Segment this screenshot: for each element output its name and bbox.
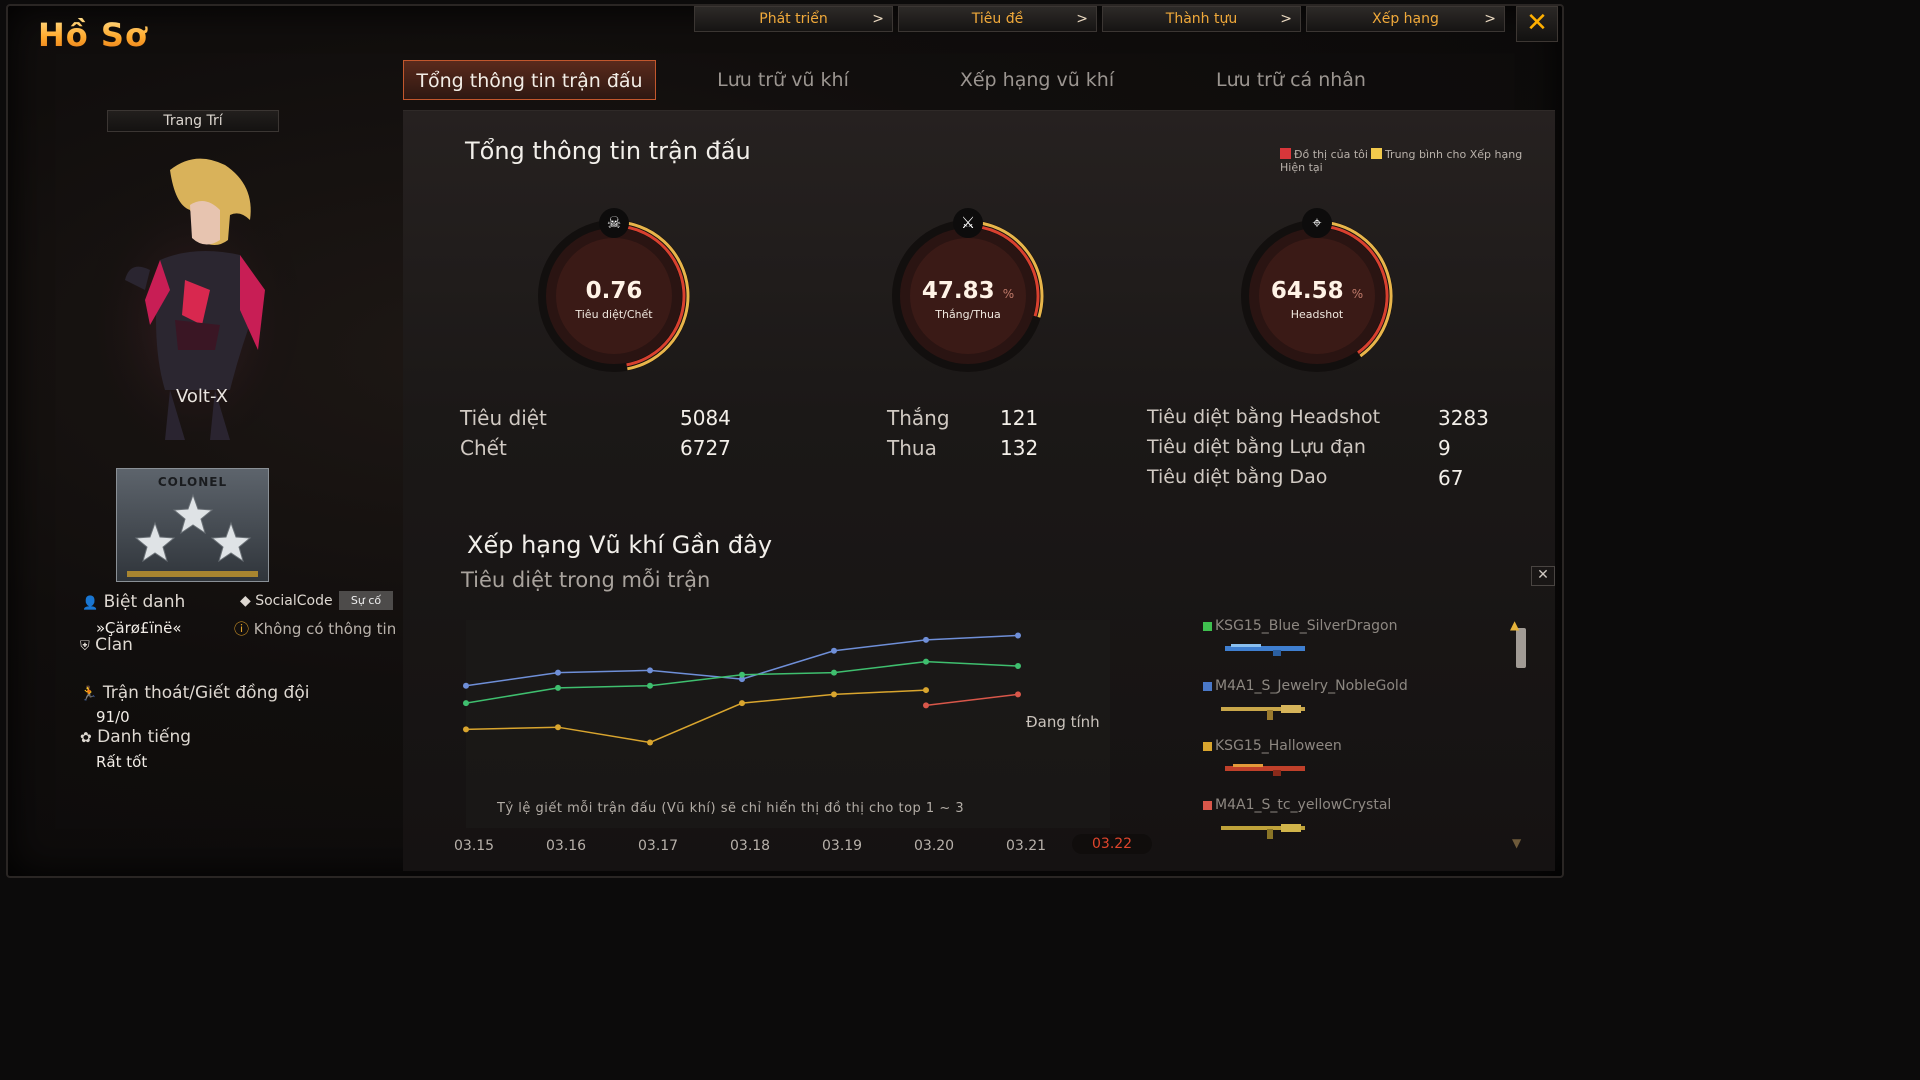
- x-tick-label[interactable]: 03.22: [1072, 834, 1153, 854]
- data-point[interactable]: [923, 658, 929, 665]
- weapon-color-swatch: [1203, 742, 1212, 751]
- data-point[interactable]: [739, 700, 745, 707]
- x-tick-label[interactable]: 03.15: [454, 838, 494, 854]
- scroll-up-icon[interactable]: ▲: [1510, 618, 1519, 632]
- data-point[interactable]: [1015, 663, 1021, 670]
- x-tick-label[interactable]: 03.19: [822, 838, 862, 854]
- weapon-list-item[interactable]: M4A1_S_tc_yellowCrystal: [1203, 797, 1391, 813]
- shotgun-weapon-icon: [1223, 761, 1309, 777]
- data-point[interactable]: [831, 647, 837, 654]
- weapon-color-swatch: [1203, 622, 1212, 631]
- data-point[interactable]: [923, 702, 929, 709]
- x-tick-label[interactable]: 03.18: [730, 838, 770, 854]
- data-point[interactable]: [1015, 691, 1021, 698]
- x-tick-label[interactable]: 03.21: [1006, 838, 1046, 854]
- rifle-weapon-icon: [1219, 820, 1309, 840]
- plot-area: [466, 620, 1110, 828]
- data-point[interactable]: [831, 691, 837, 698]
- data-point[interactable]: [555, 724, 561, 731]
- weapon-list-item[interactable]: KSG15_Halloween: [1203, 738, 1342, 754]
- weapon-list-item[interactable]: M4A1_S_Jewelry_NobleGold: [1203, 678, 1408, 694]
- data-point[interactable]: [647, 682, 653, 689]
- data-point[interactable]: [463, 726, 469, 733]
- chart-note: Tỷ lệ giết mỗi trận đấu (Vũ khí) sẽ chỉ …: [497, 801, 965, 816]
- x-tick-label[interactable]: 03.20: [914, 838, 954, 854]
- data-point[interactable]: [647, 667, 653, 674]
- rifle-weapon-icon: [1219, 701, 1309, 721]
- data-point[interactable]: [463, 700, 469, 707]
- weapon-color-swatch: [1203, 801, 1212, 810]
- weapon-list-item[interactable]: KSG15_Blue_SilverDragon: [1203, 618, 1397, 634]
- scroll-down-icon[interactable]: ▼: [1512, 836, 1521, 850]
- weapon-color-swatch: [1203, 682, 1212, 691]
- weapon-name: KSG15_Blue_SilverDragon: [1215, 618, 1398, 634]
- weapon-name: M4A1_S_tc_yellowCrystal: [1215, 797, 1392, 813]
- data-point[interactable]: [923, 636, 929, 643]
- shotgun-weapon-icon: [1223, 641, 1309, 656]
- x-tick-label[interactable]: 03.17: [638, 838, 678, 854]
- weapon-name: M4A1_S_Jewelry_NobleGold: [1215, 678, 1408, 694]
- x-tick-label[interactable]: 03.16: [546, 838, 586, 854]
- data-point[interactable]: [739, 671, 745, 678]
- data-point[interactable]: [463, 682, 469, 689]
- counting-status: Đang tính: [1026, 713, 1100, 731]
- data-point[interactable]: [647, 739, 653, 746]
- data-point[interactable]: [1015, 632, 1021, 639]
- weapon-list-scrollbar[interactable]: [1516, 628, 1526, 668]
- data-point[interactable]: [831, 669, 837, 676]
- data-point[interactable]: [555, 684, 561, 691]
- weapon-name: KSG15_Halloween: [1215, 738, 1342, 754]
- data-point[interactable]: [923, 687, 929, 694]
- data-point[interactable]: [555, 669, 561, 676]
